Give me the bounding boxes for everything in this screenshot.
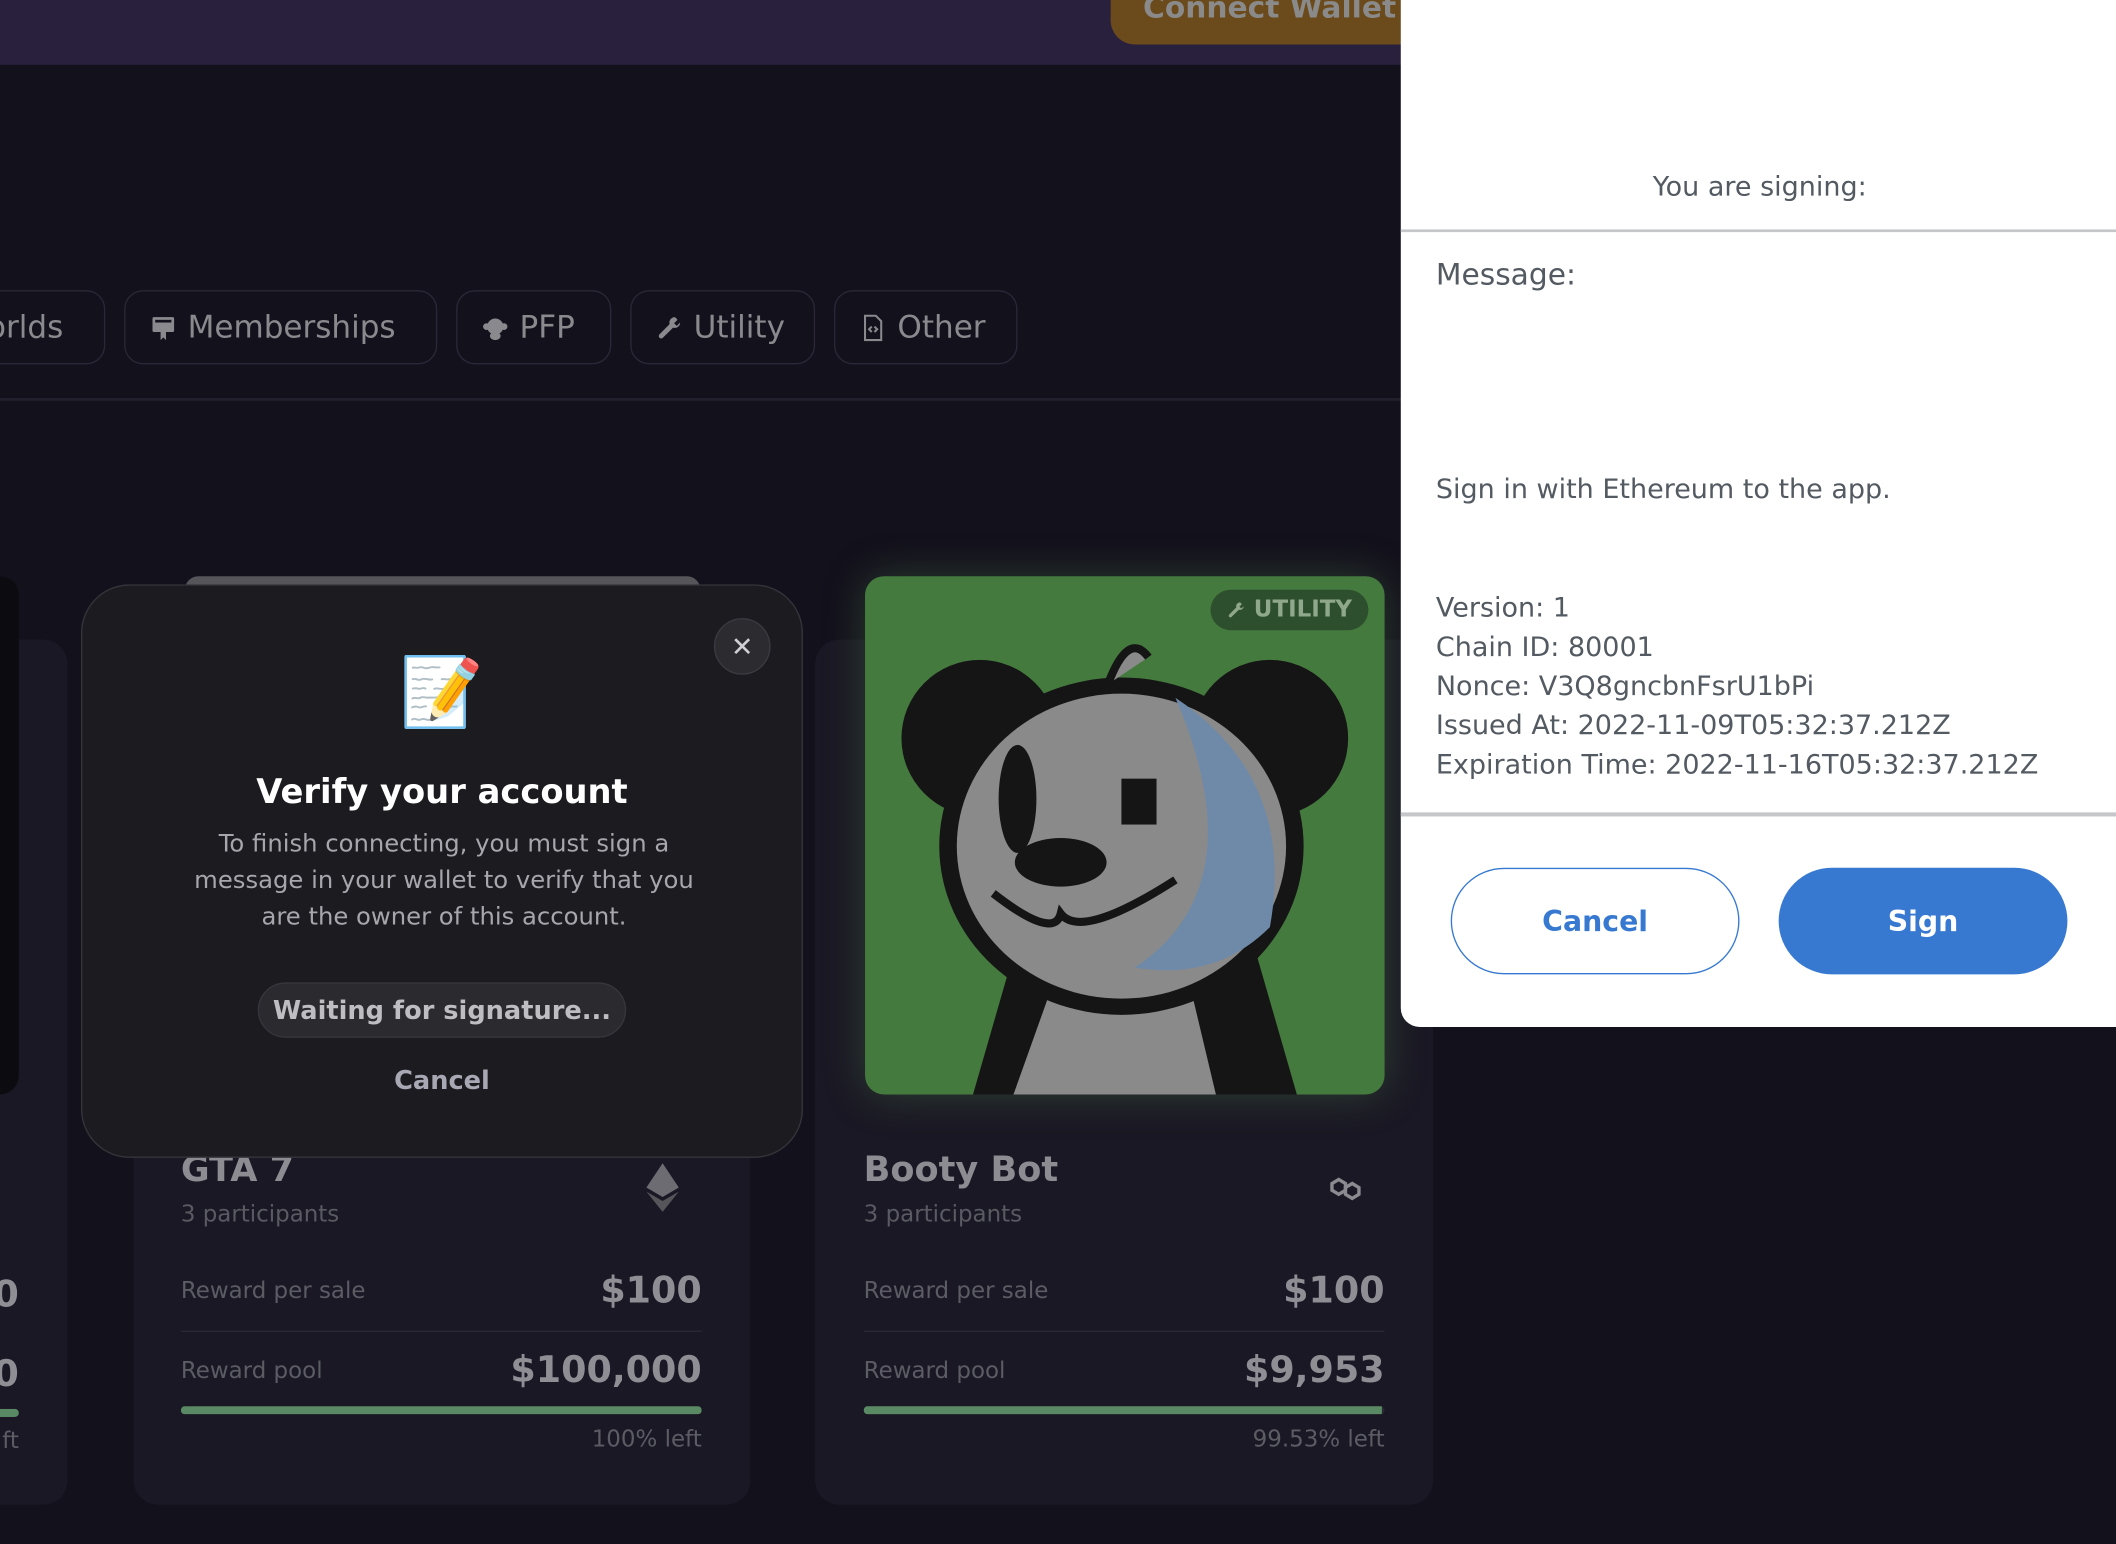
filter-utility[interactable]: Utility (630, 290, 816, 365)
reward-per-sale-label: Reward per sale (180, 1277, 366, 1305)
nft-image (0, 576, 19, 1095)
reward-pool-value: $9,953 (1243, 1349, 1385, 1392)
modal-cancel-button[interactable]: Cancel (82, 1066, 801, 1096)
divider (180, 1330, 702, 1332)
percent-left: 99.53% left (1252, 1426, 1385, 1454)
message-label: Message: (1435, 259, 1577, 293)
monkey-icon (483, 317, 508, 340)
reward-pool-label: Reward pool (863, 1357, 1006, 1385)
filter-memberships[interactable]: Memberships (124, 290, 438, 365)
message-statement: Sign in with Ethereum to the app. (1435, 472, 1891, 505)
filter-label: Other (897, 309, 986, 345)
filter-label: Utility (693, 309, 785, 345)
panda-illustration (901, 644, 1349, 1095)
percent-left: 100% left (591, 1426, 702, 1454)
detail-version: Version: 1 (1435, 591, 1570, 624)
nft-card-partial[interactable]: 0 0 ft (0, 576, 68, 1505)
progress-bar (0, 1408, 19, 1417)
category-badge: UTILITY (1210, 589, 1369, 631)
nft-image-panda: UTILITY (865, 576, 1385, 1095)
waiting-status-pill: Waiting for signature... (257, 982, 627, 1038)
divider (1400, 229, 2116, 232)
wallet-signature-panel: You are signing: Message: Sign in with E… (1400, 0, 2116, 1027)
filter-other[interactable]: Other (833, 290, 1018, 365)
reward-pool-value: $100,000 (510, 1349, 702, 1392)
wrench-icon (658, 316, 681, 338)
reward-per-sale-value: 0 (0, 1274, 19, 1316)
sign-button[interactable]: Sign (1778, 867, 2068, 975)
reward-per-sale-label: Reward per sale (863, 1277, 1049, 1305)
filter-label: PFP (519, 309, 575, 345)
modal-title: Verify your account (256, 771, 628, 812)
reward-pool-label: Reward pool (180, 1357, 323, 1385)
reward-per-sale-value: $100 (600, 1269, 702, 1312)
file-code-icon (864, 314, 883, 341)
filter-worlds[interactable]: Worlds (0, 290, 106, 365)
reward-per-sale-value: $100 (1283, 1269, 1385, 1312)
percent-left: ft (2, 1427, 19, 1455)
modal-description: To finish connecting, you must sign a me… (194, 829, 694, 932)
detail-expiration: Expiration Time: 2022-11-16T05:32:37.212… (1435, 747, 2039, 781)
detail-chain-id: Chain ID: 80001 (1435, 630, 1654, 663)
divider (0, 398, 1404, 401)
detail-issued-at: Issued At: 2022-11-09T05:32:37.212Z (1435, 708, 1951, 741)
wrench-icon (1228, 602, 1244, 618)
signing-heading: You are signing: (1652, 170, 1867, 203)
progress-bar (180, 1406, 702, 1415)
polygon-icon (1330, 1177, 1361, 1201)
ethereum-icon (646, 1163, 679, 1212)
verify-account-modal: ✕ 📝 Verify your account To finish connec… (80, 584, 803, 1158)
card-title: Booty Bot (863, 1149, 1059, 1191)
membership-card-icon (152, 316, 175, 340)
connect-wallet-button[interactable]: Connect Wallet (1110, 0, 1422, 45)
wallet-cancel-button[interactable]: Cancel (1450, 867, 1740, 975)
filter-label: Worlds (0, 309, 64, 345)
filter-pfp[interactable]: PFP (456, 290, 612, 365)
divider (1400, 812, 2116, 817)
badge-label: UTILITY (1253, 596, 1353, 624)
memo-icon: 📝 (399, 653, 484, 732)
divider (863, 1330, 1385, 1332)
detail-nonce: Nonce: V3Q8gncbnFsrU1bPi (1435, 669, 1815, 702)
filter-label: Memberships (187, 309, 396, 345)
progress-bar (863, 1406, 1385, 1415)
message-details: Version: 1 Chain ID: 80001 Nonce: V3Q8gn… (1436, 588, 2038, 784)
participants-count: 3 participants (180, 1201, 340, 1229)
participants-count: 3 participants (863, 1201, 1023, 1229)
reward-pool-value: 0 (0, 1354, 19, 1396)
